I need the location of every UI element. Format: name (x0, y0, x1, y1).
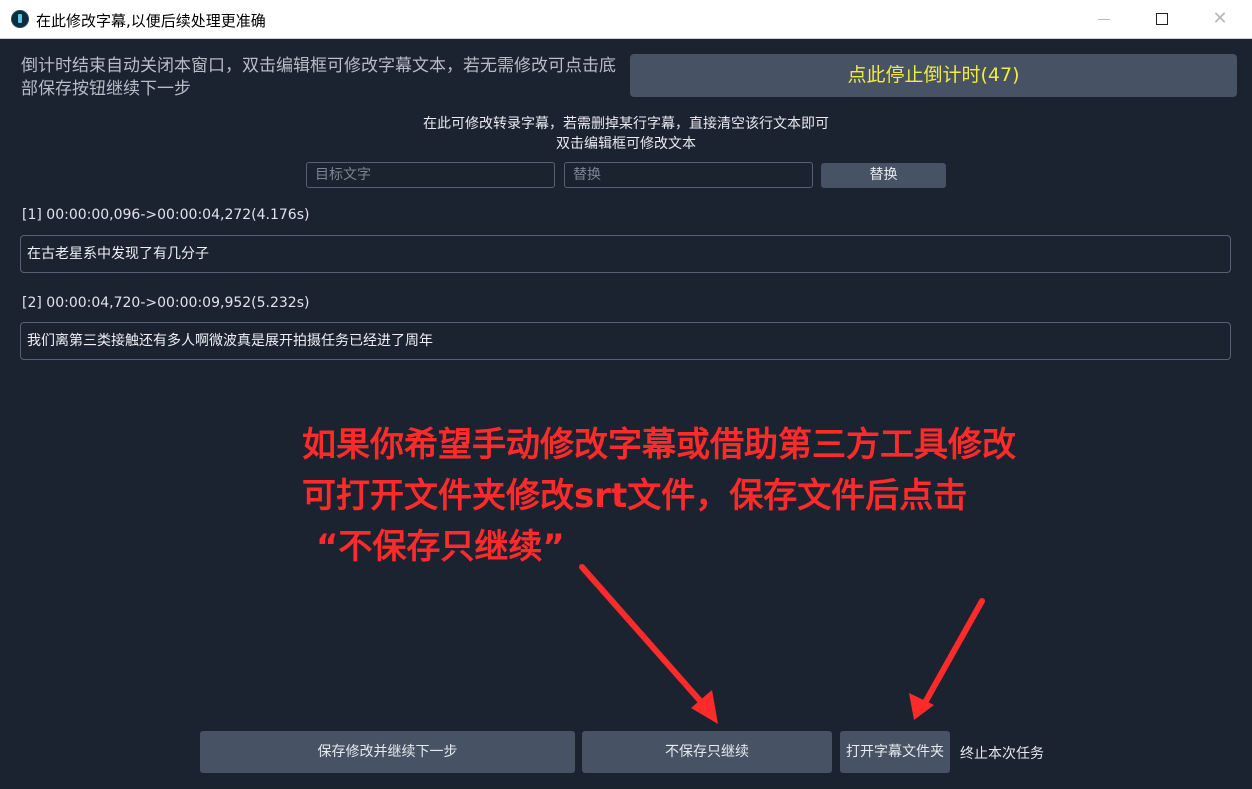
annotation-arrows (579, 564, 985, 724)
arrow-to-open-folder-button (919, 598, 985, 711)
save-and-continue-button[interactable]: 保存修改并继续下一步 (200, 731, 575, 773)
continue-without-save-button[interactable]: 不保存只继续 (582, 731, 832, 773)
open-subtitle-folder-button[interactable]: 打开字幕文件夹 (840, 731, 950, 773)
terminate-task-button[interactable]: 终止本次任务 (960, 743, 1044, 763)
arrow-to-continue-button (579, 564, 713, 715)
